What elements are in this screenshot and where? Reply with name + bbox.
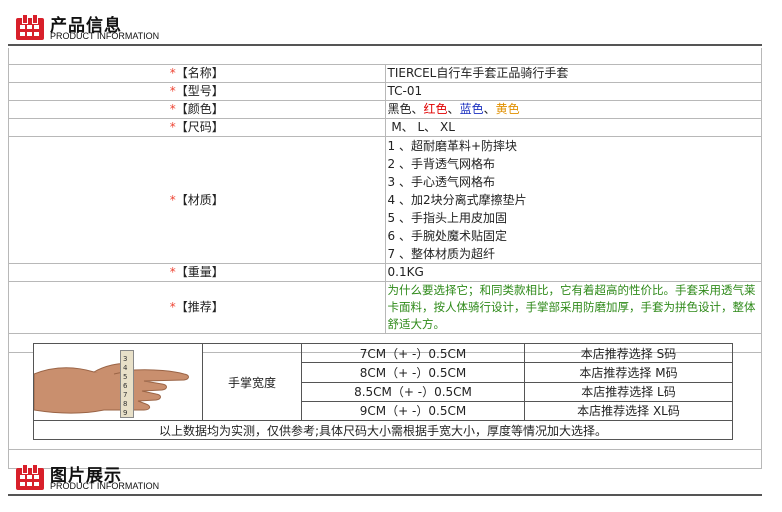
section-subtitle: PRODUCT INFORMATION [50,481,160,491]
recommend-label: *【推荐】 [8,281,386,334]
material-item: 7 、整体材质为超纤 [387,247,495,261]
material-item: 1 、超耐磨革料+防摔块 [387,139,518,153]
weight-value: 0.1KG [384,263,762,282]
size-range: 8.5CM（+ -）0.5CM [301,381,525,402]
size-note: 以上数据均为实测，仅供参考;具体尺码大小需根据手宽大小，厚度等情况加大选择。 [33,420,733,440]
size-recommend: 本店推荐选择 M码 [524,362,733,383]
model-label: *【型号】 [8,82,386,101]
material-item: 4 、加2块分离式摩擦垫片 [387,193,527,207]
section-subtitle: PRODUCT INFORMATION [50,31,160,41]
material-item: 3 、手心透气网格布 [387,175,495,189]
material-value: 1 、超耐磨革料+防摔块 2 、手背透气网格布 3 、手心透气网格布 4 、加2… [384,136,762,264]
material-item: 5 、手指头上用皮加固 [387,211,507,225]
size-label: *【尺码】 [8,118,386,137]
model-value: TC-01 [384,82,762,101]
material-label: *【材质】 [8,136,386,264]
hand-illustration [33,363,189,414]
spacer-row [8,48,762,65]
color-value: 黑色、红色、蓝色、黄色 [384,100,762,119]
size-recommend: 本店推荐选择 S码 [524,342,733,364]
picture-display-header: 图片展示 PRODUCT INFORMATION [8,460,762,496]
color-blue: 蓝色 [459,102,484,116]
product-info-header: 产品信息 PRODUCT INFORMATION [8,10,762,46]
name-value: TIERCEL自行车手套正品骑行手套 [384,64,762,83]
size-range: 7CM（+ -）0.5CM [301,342,525,364]
size-value: M、 L、 XL [384,118,762,137]
material-item: 6 、手腕处魔术贴固定 [387,229,507,243]
ruler-icon: 3 4 5 6 7 8 9 [120,350,134,418]
color-red: 红色 [423,102,448,116]
color-black: 黑色 [387,102,412,116]
size-table: 3 4 5 6 7 8 9 手掌宽度 7CM（+ -）0.5CM 本店推荐选择 … [33,342,733,440]
size-recommend: 本店推荐选择 L码 [524,381,733,402]
hand-photo: 3 4 5 6 7 8 9 [33,343,203,421]
palm-width-label: 手掌宽度 [202,343,302,421]
weight-label: *【重量】 [8,263,386,282]
recommend-value: 为什么要选择它；和同类款相比，它有着超高的性价比。手套采用透气莱卡面料，按人体骑… [384,281,762,334]
page: 产品信息 PRODUCT INFORMATION *【名称】 TIERCEL自行… [0,0,782,512]
size-range: 9CM（+ -）0.5CM [301,400,525,422]
name-label: *【名称】 [8,64,386,83]
color-yellow: 黄色 [495,102,520,116]
size-chart: 3 4 5 6 7 8 9 手掌宽度 7CM（+ -）0.5CM 本店推荐选择 … [33,342,733,440]
material-item: 2 、手背透气网格布 [387,157,495,171]
calendar-icon [16,14,44,40]
calendar-icon [16,464,44,490]
color-label: *【颜色】 [8,100,386,119]
size-range: 8CM（+ -）0.5CM [301,362,525,383]
size-recommend: 本店推荐选择 XL码 [524,400,733,422]
